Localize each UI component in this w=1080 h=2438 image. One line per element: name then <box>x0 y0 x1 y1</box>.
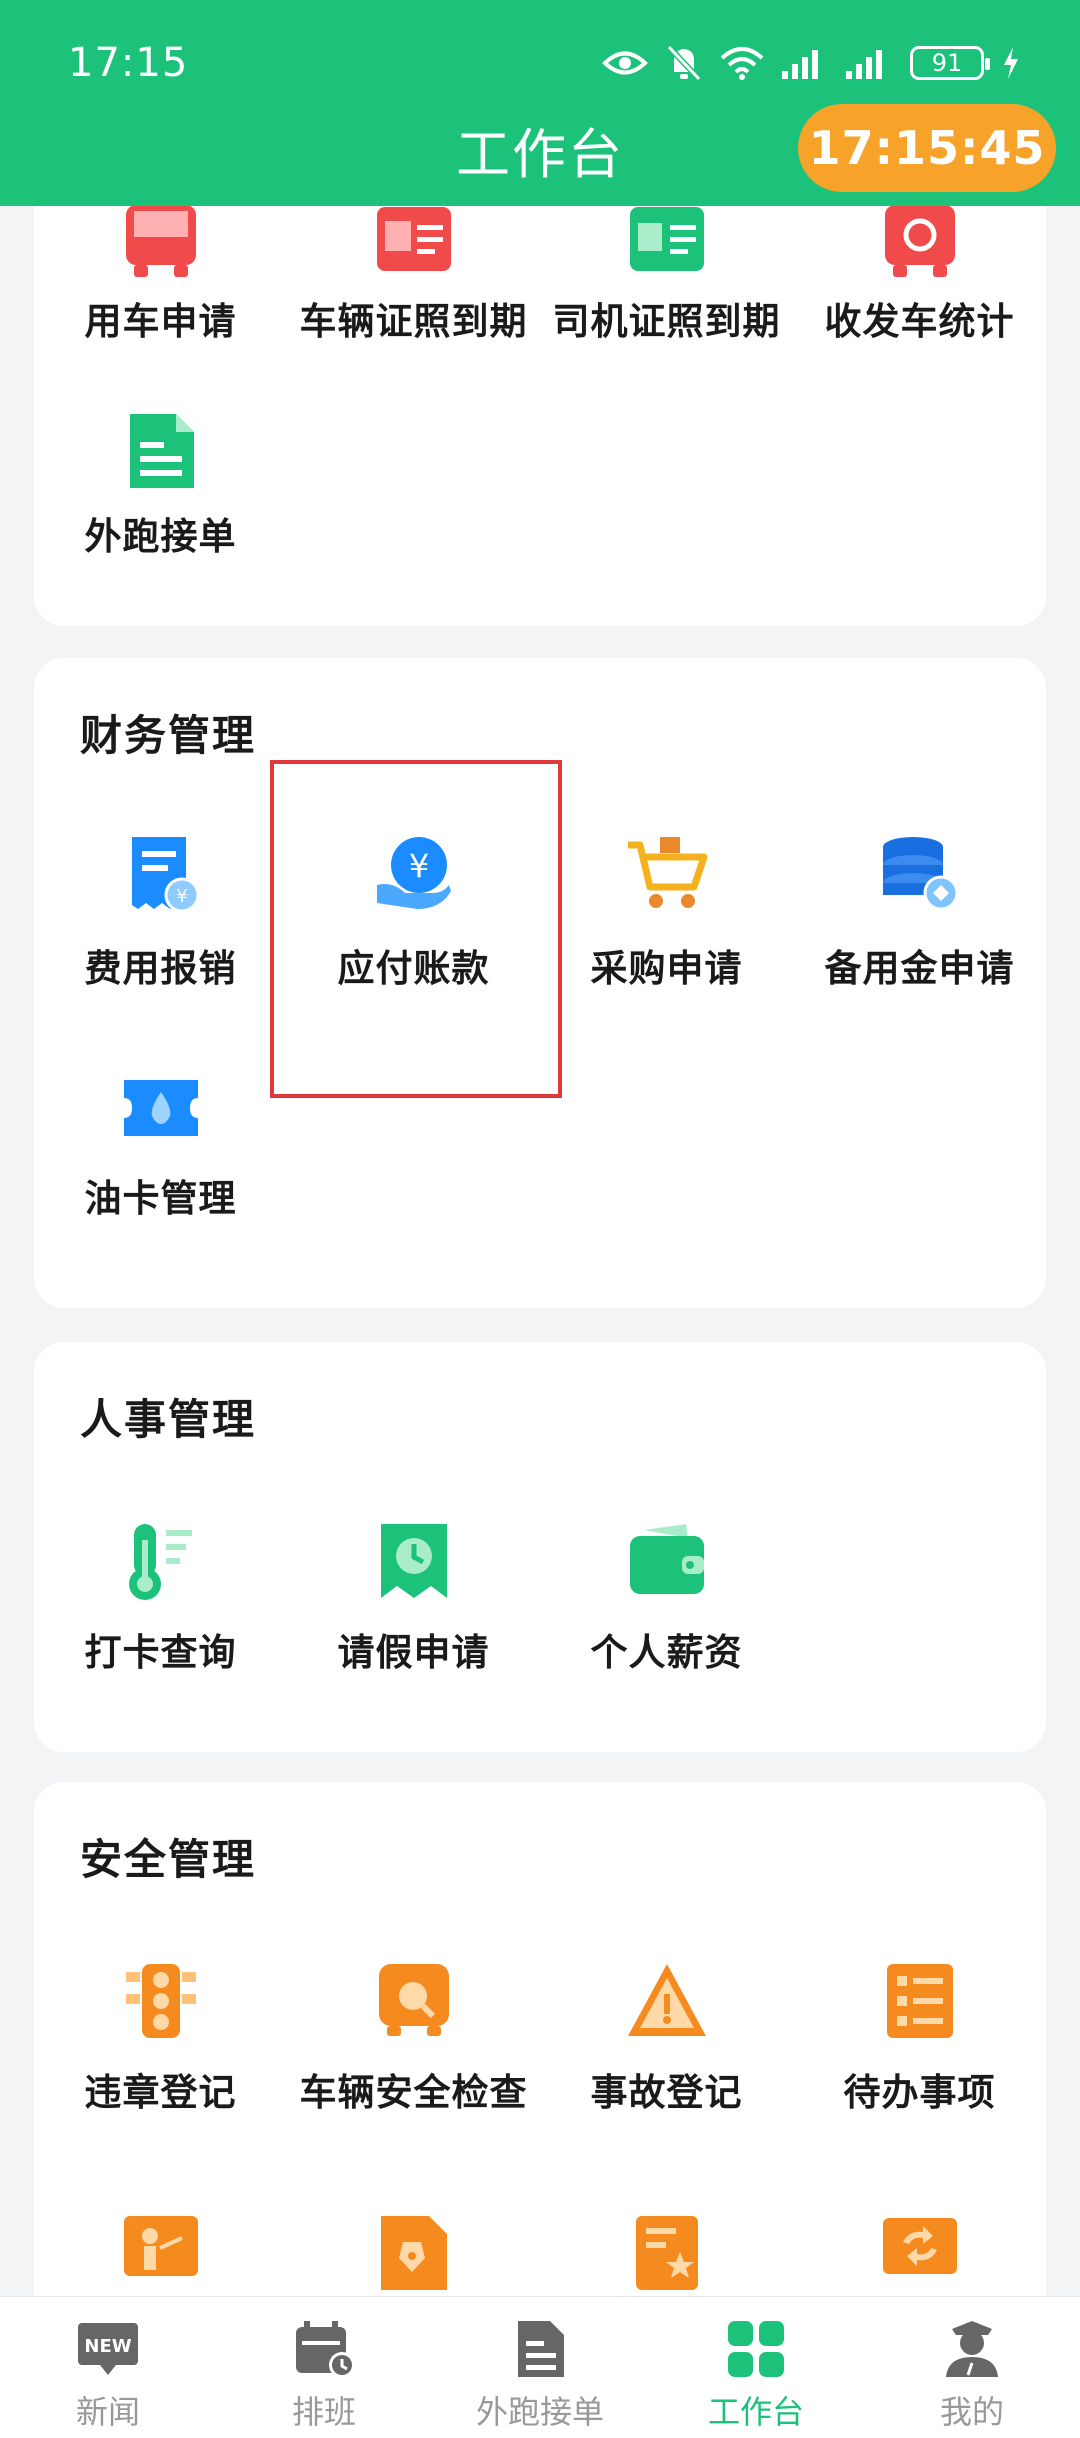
label: 车辆证照到期 <box>299 300 528 343</box>
item-vehicle-license[interactable]: 车辆证照到期 <box>287 206 540 346</box>
label: 采购申请 <box>590 947 743 990</box>
bus-request-icon <box>126 206 196 277</box>
label: 请假申请 <box>337 1631 490 1674</box>
nav-workbench[interactable]: 工作台 <box>648 2297 864 2438</box>
item-contract[interactable] <box>287 2152 540 2296</box>
label: 收发车统计 <box>824 300 1015 343</box>
item-training[interactable] <box>34 2152 287 2296</box>
label: 个人薪资 <box>590 1631 743 1674</box>
svg-text:¥: ¥ <box>176 886 187 907</box>
thermometer-icon <box>129 1524 192 1600</box>
dispatch-stats-icon <box>885 206 955 277</box>
bus-inspect-icon <box>379 1964 449 2036</box>
app-header: 17:15 91 工作台 17:15:45 <box>0 0 1080 206</box>
user-icon <box>946 2321 998 2377</box>
item-violation-record[interactable]: 违章登记 <box>34 1912 287 2152</box>
fuel-card-icon <box>124 1080 198 1136</box>
training-board-icon <box>124 2216 198 2276</box>
safety-card: 安全管理 违章登记 车辆安全检查 事故登记 待办事项 <box>34 1782 1046 2296</box>
driver-license-icon <box>630 207 704 271</box>
order-doc-icon <box>518 2321 564 2377</box>
workbench-content: 用车申请 车辆证照到期 司机证照到期 收发车统计 外跑接单 财务管理 ¥ 费用报… <box>0 206 1080 2296</box>
item-evaluation[interactable] <box>540 2152 793 2296</box>
sync-screen-icon <box>883 2218 957 2274</box>
label: 费用报销 <box>84 947 237 990</box>
signal-icon-2 <box>846 50 882 79</box>
item-personal-salary[interactable]: 个人薪资 <box>540 1472 793 1712</box>
nav-schedule[interactable]: 排班 <box>216 2297 432 2438</box>
shopping-cart-icon <box>628 837 708 908</box>
label: 违章登记 <box>84 2071 237 2114</box>
grid-icon <box>728 2321 784 2377</box>
item-vehicle-safety-check[interactable]: 车辆安全检查 <box>287 1912 540 2152</box>
traffic-light-icon <box>126 1964 196 2038</box>
charging-icon <box>1004 47 1018 79</box>
signal-icon <box>782 50 818 79</box>
hr-card: 人事管理 打卡查询 请假申请 个人薪资 <box>34 1342 1046 1752</box>
item-accident-record[interactable]: 事故登记 <box>540 1912 793 2152</box>
item-petty-cash[interactable]: 备用金申请 <box>793 788 1046 1028</box>
nav-mine[interactable]: 我的 <box>864 2297 1080 2438</box>
calendar-clock-icon <box>296 2321 355 2378</box>
eye-icon <box>602 51 648 75</box>
wifi-icon <box>720 47 764 80</box>
star-document-icon <box>636 2216 698 2290</box>
item-purchase-request[interactable]: 采购申请 <box>540 788 793 1028</box>
section-title: 人事管理 <box>80 1395 257 1444</box>
label: 司机证照到期 <box>552 300 781 343</box>
item-sync[interactable] <box>793 2152 1046 2296</box>
bell-off-icon <box>666 44 702 82</box>
checklist-icon <box>887 1964 953 2038</box>
label: 事故登记 <box>590 2071 743 2114</box>
battery-indicator: 91 <box>910 46 990 80</box>
label: 备用金申请 <box>824 947 1015 990</box>
label: 待办事项 <box>843 2071 996 2114</box>
news-icon: NEW <box>78 2323 138 2375</box>
item-bus-request[interactable]: 用车申请 <box>34 206 287 346</box>
nav-label: 外跑接单 <box>475 2393 604 2431</box>
coin-stack-icon <box>883 837 959 911</box>
vehicle-card: 用车申请 车辆证照到期 司机证照到期 收发车统计 外跑接单 <box>34 206 1046 626</box>
pen-document-icon <box>381 2216 447 2290</box>
nav-outside-orders[interactable]: 外跑接单 <box>432 2297 648 2438</box>
screen: 17:15 91 工作台 17:15:45 用车申请 车辆证照到期 司机证照到期… <box>0 0 1080 2438</box>
status-time: 17:15 <box>68 40 189 86</box>
clock-badge: 17:15:45 <box>798 104 1056 192</box>
section-title: 安全管理 <box>80 1835 257 1884</box>
vehicle-license-icon <box>377 207 451 271</box>
nav-label: 新闻 <box>75 2393 140 2431</box>
item-leave-request[interactable]: 请假申请 <box>287 1472 540 1712</box>
item-expense-claim[interactable]: ¥ 费用报销 <box>34 788 287 1028</box>
label: 车辆安全检查 <box>299 2071 528 2114</box>
nav-news[interactable]: NEW 新闻 <box>0 2297 216 2438</box>
label: 外跑接单 <box>84 515 237 558</box>
warning-triangle-icon <box>628 1964 706 2036</box>
status-icons: 91 <box>602 44 1020 82</box>
document-icon <box>130 414 194 488</box>
nav-label: 工作台 <box>707 2393 804 2431</box>
bottom-nav: NEW 新闻 排班 外跑接单 工作台 我的 <box>0 2296 1080 2438</box>
item-driver-license[interactable]: 司机证照到期 <box>540 206 793 346</box>
highlight-box <box>270 760 562 1098</box>
item-dispatch-stats[interactable]: 收发车统计 <box>793 206 1046 346</box>
clock-flag-icon <box>381 1524 447 1598</box>
nav-label: 我的 <box>939 2393 1004 2431</box>
label: 用车申请 <box>84 300 237 343</box>
nav-label: 排班 <box>291 2393 356 2431</box>
section-title: 财务管理 <box>80 711 257 760</box>
item-outside-orders[interactable]: 外跑接单 <box>34 346 287 576</box>
item-fuel-card[interactable]: 油卡管理 <box>34 1028 287 1258</box>
wallet-icon <box>630 1524 704 1594</box>
receipt-yen-icon: ¥ <box>132 837 200 913</box>
item-clock-in-query[interactable]: 打卡查询 <box>34 1472 287 1712</box>
news-badge: NEW <box>84 2336 131 2357</box>
item-todo[interactable]: 待办事项 <box>793 1912 1046 2152</box>
label: 打卡查询 <box>84 1631 237 1674</box>
label: 油卡管理 <box>84 1177 237 1220</box>
